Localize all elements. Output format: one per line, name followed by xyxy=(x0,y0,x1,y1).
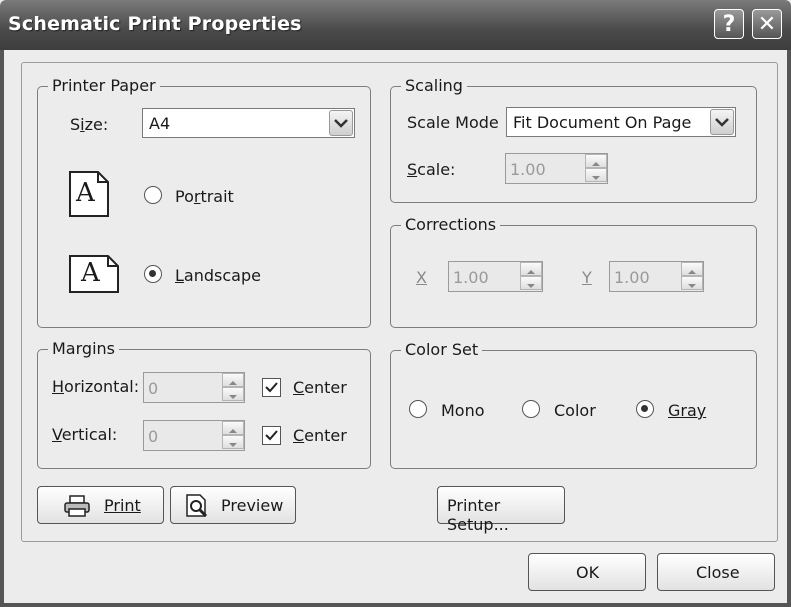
scale-mode-select[interactable]: Fit Document On Page xyxy=(506,107,736,137)
horizontal-center-label[interactable]: Center xyxy=(293,378,347,397)
size-label: Size: xyxy=(70,115,109,134)
corrections-legend: Corrections xyxy=(401,215,501,235)
paper-size-value: A4 xyxy=(149,114,171,133)
scaling-legend: Scaling xyxy=(401,76,467,96)
color-set-legend: Color Set xyxy=(401,340,483,360)
margins-legend: Margins xyxy=(48,339,119,359)
scale-stepper[interactable]: 1.00 xyxy=(505,153,608,184)
vertical-label: Vertical: xyxy=(52,425,118,444)
print-button[interactable]: Print xyxy=(37,486,164,524)
preview-button[interactable]: Preview xyxy=(170,486,296,524)
horizontal-margin-stepper[interactable]: 0 xyxy=(143,372,245,403)
scale-value: 1.00 xyxy=(510,160,546,179)
portrait-icon-letter: A xyxy=(76,178,95,208)
landscape-icon-letter: A xyxy=(81,258,100,288)
close-button[interactable]: Close xyxy=(657,553,775,591)
magnifier-icon xyxy=(185,494,211,522)
landscape-radio[interactable] xyxy=(144,265,162,283)
spin-down-icon[interactable] xyxy=(222,387,244,401)
dialog-panel: Printer Paper Size: A4 A Portrait A Land… xyxy=(21,62,778,542)
margins-group: Margins Horizontal: 0 Center Vertical: 0… xyxy=(37,339,371,469)
printer-paper-group: Printer Paper Size: A4 A Portrait A Land… xyxy=(37,76,371,328)
printer-paper-legend: Printer Paper xyxy=(48,76,160,96)
spin-up-icon[interactable] xyxy=(222,421,244,435)
printer-setup-button[interactable]: Printer Setup... xyxy=(437,486,565,534)
scale-mode-value: Fit Document On Page xyxy=(513,113,692,132)
corrections-group: Corrections X 1.00 Y 1.00 xyxy=(390,215,757,328)
paper-size-select[interactable]: A4 xyxy=(142,108,355,138)
scale-label: Scale: xyxy=(407,160,456,179)
close-label: Close xyxy=(696,563,740,582)
horizontal-label: Horizontal: xyxy=(52,377,140,396)
color-label[interactable]: Color xyxy=(554,401,596,420)
gray-label[interactable]: Gray xyxy=(668,401,706,420)
spin-down-icon[interactable] xyxy=(222,435,244,449)
color-set-group: Color Set Mono Color Gray xyxy=(390,340,757,469)
window-title: Schematic Print Properties xyxy=(8,13,302,35)
ok-button[interactable]: OK xyxy=(528,553,646,591)
spin-down-icon[interactable] xyxy=(585,168,607,182)
spin-up-icon[interactable] xyxy=(222,373,244,387)
vertical-margin-stepper[interactable]: 0 xyxy=(143,420,245,451)
landscape-label[interactable]: Landscape xyxy=(175,266,261,285)
chevron-down-icon[interactable] xyxy=(329,110,353,136)
vertical-margin-value: 0 xyxy=(148,427,159,446)
chevron-down-icon[interactable] xyxy=(710,109,734,135)
help-button[interactable]: ? xyxy=(714,9,744,39)
print-label: Print xyxy=(104,496,141,515)
correction-y-label: Y xyxy=(582,268,592,287)
portrait-radio[interactable] xyxy=(144,186,162,204)
correction-x-label: X xyxy=(416,268,427,287)
gray-radio[interactable] xyxy=(636,400,654,418)
scaling-group: Scaling Scale Mode Fit Document On Page … xyxy=(390,76,757,203)
landscape-page-icon: A xyxy=(68,254,120,298)
close-window-button[interactable]: ✕ xyxy=(752,9,782,39)
title-bar: Schematic Print Properties ? ✕ xyxy=(0,0,791,50)
preview-label: Preview xyxy=(221,496,284,515)
spin-up-icon[interactable] xyxy=(681,262,703,276)
horizontal-margin-value: 0 xyxy=(148,379,159,398)
correction-y-value: 1.00 xyxy=(614,268,650,287)
scale-mode-label: Scale Mode xyxy=(407,113,499,132)
correction-x-stepper[interactable]: 1.00 xyxy=(448,261,543,292)
color-radio[interactable] xyxy=(522,400,540,418)
correction-x-value: 1.00 xyxy=(453,268,489,287)
mono-label[interactable]: Mono xyxy=(441,401,485,420)
spin-down-icon[interactable] xyxy=(520,276,542,290)
mono-radio[interactable] xyxy=(409,400,427,418)
portrait-page-icon: A xyxy=(68,170,110,222)
vertical-center-label[interactable]: Center xyxy=(293,426,347,445)
portrait-label[interactable]: Portrait xyxy=(175,187,234,206)
spin-down-icon[interactable] xyxy=(681,276,703,290)
printer-setup-label: Printer Setup... xyxy=(447,496,509,534)
spin-up-icon[interactable] xyxy=(520,262,542,276)
ok-label: OK xyxy=(576,563,600,582)
spin-up-icon[interactable] xyxy=(585,154,607,168)
horizontal-center-checkbox[interactable] xyxy=(262,378,281,397)
vertical-center-checkbox[interactable] xyxy=(262,426,281,445)
printer-icon xyxy=(64,495,90,521)
correction-y-stepper[interactable]: 1.00 xyxy=(609,261,704,292)
